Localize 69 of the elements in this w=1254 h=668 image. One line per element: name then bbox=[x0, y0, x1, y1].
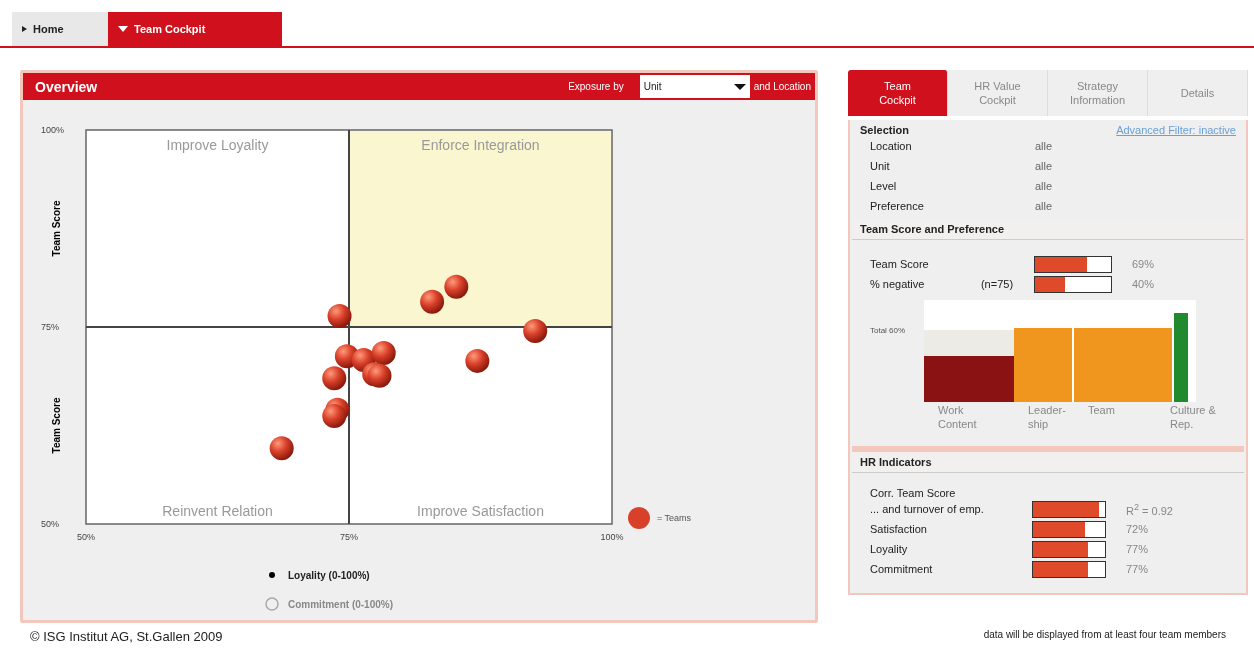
quadrant-label: Improve Satisfaction bbox=[417, 503, 544, 519]
total-label: Total 60% bbox=[870, 326, 906, 335]
bar-label: Team Score bbox=[870, 258, 930, 270]
category-label: Leader- ship bbox=[1028, 404, 1066, 430]
legend-label: = Teams bbox=[657, 513, 692, 523]
tick-label: 50% bbox=[41, 519, 59, 529]
nav-tab[interactable]: Team Cockpit bbox=[108, 12, 282, 46]
caret-icon bbox=[118, 26, 128, 32]
category-label: Culture & Rep. bbox=[1170, 404, 1216, 430]
team-point[interactable] bbox=[465, 348, 490, 373]
tick-label: 100% bbox=[600, 532, 624, 542]
field-label: Unit bbox=[870, 160, 891, 172]
tick-label: 75% bbox=[340, 532, 358, 542]
field-value: alle bbox=[1035, 160, 1054, 172]
team-point[interactable] bbox=[444, 274, 469, 299]
axis-option[interactable]: Loyality (0-100%) bbox=[269, 570, 370, 581]
exposure-label: Exposure by bbox=[568, 81, 624, 92]
quadrant-label: Improve Loyality bbox=[166, 137, 269, 153]
team-point[interactable] bbox=[371, 341, 396, 365]
legend-marker bbox=[628, 507, 650, 529]
tab[interactable]: HR Value Cockpit bbox=[948, 70, 1048, 116]
team-point[interactable] bbox=[269, 436, 294, 461]
team-point[interactable] bbox=[322, 366, 347, 391]
axis-option[interactable]: Commitment (0-100%) bbox=[265, 597, 394, 611]
indicator-value: 77% bbox=[1125, 543, 1150, 555]
field-label: Location bbox=[870, 140, 913, 152]
category-label: Team bbox=[1088, 404, 1115, 416]
location-label: and Location bbox=[753, 81, 811, 92]
caret-icon bbox=[733, 83, 746, 90]
section-title: Selection bbox=[860, 124, 909, 136]
panel-title: Overview bbox=[35, 78, 99, 95]
team-point[interactable] bbox=[420, 289, 445, 314]
team-point[interactable] bbox=[523, 318, 548, 343]
triangle-icon bbox=[22, 26, 27, 32]
bar-value: 40% bbox=[1131, 278, 1156, 290]
category-label: Work Content bbox=[938, 404, 977, 430]
quadrant-label: Reinvent Relation bbox=[162, 503, 273, 519]
field-value: alle bbox=[1035, 180, 1054, 192]
bar-value: 69% bbox=[1131, 258, 1156, 270]
quadrant-label: Enforce Integration bbox=[421, 137, 540, 153]
indicator-value: 77% bbox=[1125, 563, 1150, 575]
team-point[interactable] bbox=[327, 303, 352, 328]
tab[interactable]: Strategy Information bbox=[1048, 70, 1148, 116]
indicator-label: Loyality bbox=[870, 543, 909, 555]
axis-title: Team Score bbox=[51, 397, 62, 454]
indicator-label: ... and turnover of emp. bbox=[870, 503, 985, 515]
tick-label: 75% bbox=[41, 322, 59, 332]
indicator-label: Satisfaction bbox=[870, 523, 928, 535]
bar-note: (n=75) bbox=[979, 278, 1015, 290]
field-value: alle bbox=[1035, 140, 1054, 152]
subheading: Corr. Team Score bbox=[870, 487, 957, 499]
field-value: alle bbox=[1035, 200, 1054, 212]
indicator-value: 72% bbox=[1125, 523, 1150, 535]
team-point[interactable] bbox=[322, 404, 347, 429]
tick-label: 100% bbox=[41, 125, 65, 135]
field-label: Preference bbox=[870, 200, 925, 212]
team-point[interactable] bbox=[367, 363, 392, 388]
tab[interactable]: Team Cockpit bbox=[848, 70, 948, 116]
tab[interactable]: Details bbox=[1148, 70, 1248, 116]
nav-tab[interactable]: Home bbox=[12, 12, 108, 46]
tick-label: 50% bbox=[77, 532, 95, 542]
copyright-text: © ISG Institut AG, St.Gallen 2009 bbox=[30, 629, 223, 644]
bar-label: % negative bbox=[870, 278, 926, 290]
axis-title: Team Score bbox=[51, 200, 62, 257]
field-label: Level bbox=[870, 180, 898, 192]
unit-dropdown[interactable]: Unit bbox=[639, 75, 750, 98]
indicator-value: R$^{2}$ = 0.92 bbox=[1125, 501, 1174, 517]
footer-note: data will be displayed from at least four team members bbox=[983, 629, 1226, 642]
indicator-label: Commitment bbox=[870, 563, 934, 575]
